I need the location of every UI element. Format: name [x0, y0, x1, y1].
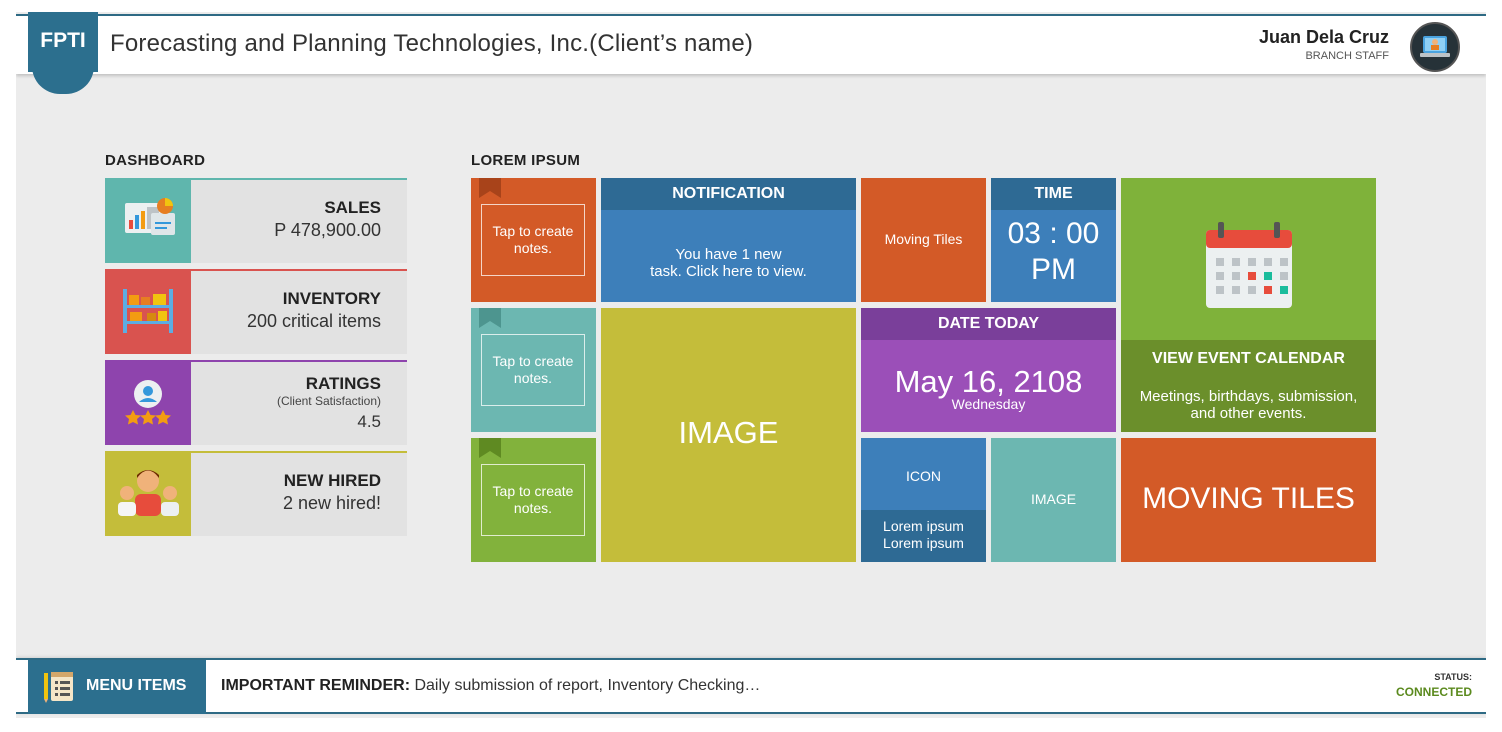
dashboard-card-inventory[interactable]: INVENTORY 200 critical items: [105, 269, 407, 354]
shelf-icon: [105, 269, 191, 354]
image-tile-small[interactable]: IMAGE: [991, 438, 1116, 562]
notepad-icon: [44, 672, 73, 703]
calendar-text-line1: Meetings, birthdays, submission,: [1139, 388, 1358, 405]
moving-tiles-large-label: MOVING TILES: [1142, 482, 1355, 515]
rating-stars-icon: [105, 360, 191, 445]
inventory-label: INVENTORY: [282, 289, 381, 308]
date-weekday: Wednesday: [951, 396, 1026, 412]
sales-label: SALES: [324, 198, 381, 217]
time-title: TIME: [991, 178, 1116, 210]
sales-chart-icon: [105, 178, 191, 263]
moving-tiles-tile-small[interactable]: Moving Tiles: [861, 178, 986, 302]
image-tile-large[interactable]: IMAGE: [601, 308, 856, 562]
date-today-tile[interactable]: DATE TODAY May 16, 2108 Wednesday: [861, 308, 1116, 432]
people-icon: [105, 451, 191, 536]
note-tile[interactable]: Tap to create notes.: [471, 308, 596, 432]
important-reminder: IMPORTANT REMINDER: Daily submission of …: [221, 677, 760, 695]
time-value: 03 : 00: [1007, 217, 1100, 250]
user-avatar-icon[interactable]: [1410, 22, 1460, 72]
time-ampm: PM: [1031, 253, 1076, 286]
moving-tiles-tile-large[interactable]: MOVING TILES: [1121, 438, 1376, 562]
note-tile[interactable]: Tap to create notes.: [471, 178, 596, 302]
card-accent-line: [191, 360, 407, 362]
ratings-value: 4.5: [357, 412, 381, 431]
icon-tile-line2: Lorem ipsum: [883, 535, 964, 551]
note-box[interactable]: Tap to create notes.: [481, 464, 585, 536]
company-logo[interactable]: FPTI: [28, 12, 98, 72]
tiles-title: LOREM IPSUM: [471, 152, 581, 169]
sales-value: P 478,900.00: [274, 220, 381, 240]
card-accent-line: [191, 451, 407, 453]
header-bar: Forecasting and Planning Technologies, I…: [16, 14, 1486, 74]
reminder-text: Daily submission of report, Inventory Ch…: [410, 677, 761, 694]
time-tile[interactable]: TIME 03 : 00 PM: [991, 178, 1116, 302]
menu-items-label: MENU ITEMS: [86, 677, 187, 694]
icon-tile[interactable]: ICON Lorem ipsum Lorem ipsum: [861, 438, 986, 562]
icon-tile-label: ICON: [906, 468, 941, 484]
bookmark-icon: [479, 438, 501, 458]
dashboard-card-sales[interactable]: SALES P 478,900.00: [105, 178, 407, 263]
card-accent-line: [191, 178, 407, 180]
bookmark-icon: [479, 178, 501, 198]
notification-title: NOTIFICATION: [601, 178, 856, 210]
note-tile[interactable]: Tap to create notes.: [471, 438, 596, 562]
new-hired-label: NEW HIRED: [283, 471, 381, 490]
calendar-title: VIEW EVENT CALENDAR: [1152, 350, 1345, 367]
icon-tile-line1: Lorem ipsum: [883, 518, 964, 534]
dashboard-card-ratings[interactable]: RATINGS (Client Satisfaction) 4.5: [105, 360, 407, 445]
connection-status: CONNECTED: [1395, 685, 1472, 699]
status-label: STATUS:: [1434, 672, 1472, 682]
app-title: Forecasting and Planning Technologies, I…: [110, 30, 754, 57]
moving-tiles-label: Moving Tiles: [884, 231, 963, 247]
calendar-icon: [1206, 222, 1292, 308]
image-placeholder-label: IMAGE: [678, 415, 779, 450]
ratings-label: RATINGS: [305, 374, 381, 393]
app-frame: Forecasting and Planning Technologies, I…: [16, 12, 1486, 718]
bottom-bar: MENU ITEMS IMPORTANT REMINDER: Daily sub…: [16, 658, 1486, 714]
user-name[interactable]: Juan Dela Cruz: [1259, 27, 1389, 48]
calendar-text-line2: and other events.: [1190, 405, 1307, 422]
notification-text-line1: You have 1 new: [675, 246, 782, 263]
date-value: May 16, 2108: [894, 364, 1083, 399]
note-box[interactable]: Tap to create notes.: [481, 204, 585, 276]
event-calendar-tile[interactable]: VIEW EVENT CALENDAR Meetings, birthdays,…: [1121, 178, 1376, 432]
inventory-value: 200 critical items: [246, 311, 381, 331]
notification-text-line2: task. Click here to view.: [650, 263, 807, 280]
card-accent-line: [191, 269, 407, 271]
reminder-label: IMPORTANT REMINDER:: [221, 677, 411, 694]
new-hired-value: 2 new hired!: [282, 493, 381, 513]
notification-tile[interactable]: NOTIFICATION You have 1 new task. Click …: [601, 178, 856, 302]
dashboard-card-new-hired[interactable]: NEW HIRED 2 new hired!: [105, 451, 407, 536]
image-small-label: IMAGE: [1030, 491, 1077, 507]
date-title: DATE TODAY: [861, 308, 1116, 340]
bookmark-icon: [479, 308, 501, 328]
note-box[interactable]: Tap to create notes.: [481, 334, 585, 406]
ratings-sublabel: (Client Satisfaction): [276, 394, 381, 408]
dashboard-title: DASHBOARD: [105, 152, 206, 169]
user-role: BRANCH STAFF: [1305, 50, 1389, 62]
menu-items-button[interactable]: MENU ITEMS: [28, 660, 206, 714]
